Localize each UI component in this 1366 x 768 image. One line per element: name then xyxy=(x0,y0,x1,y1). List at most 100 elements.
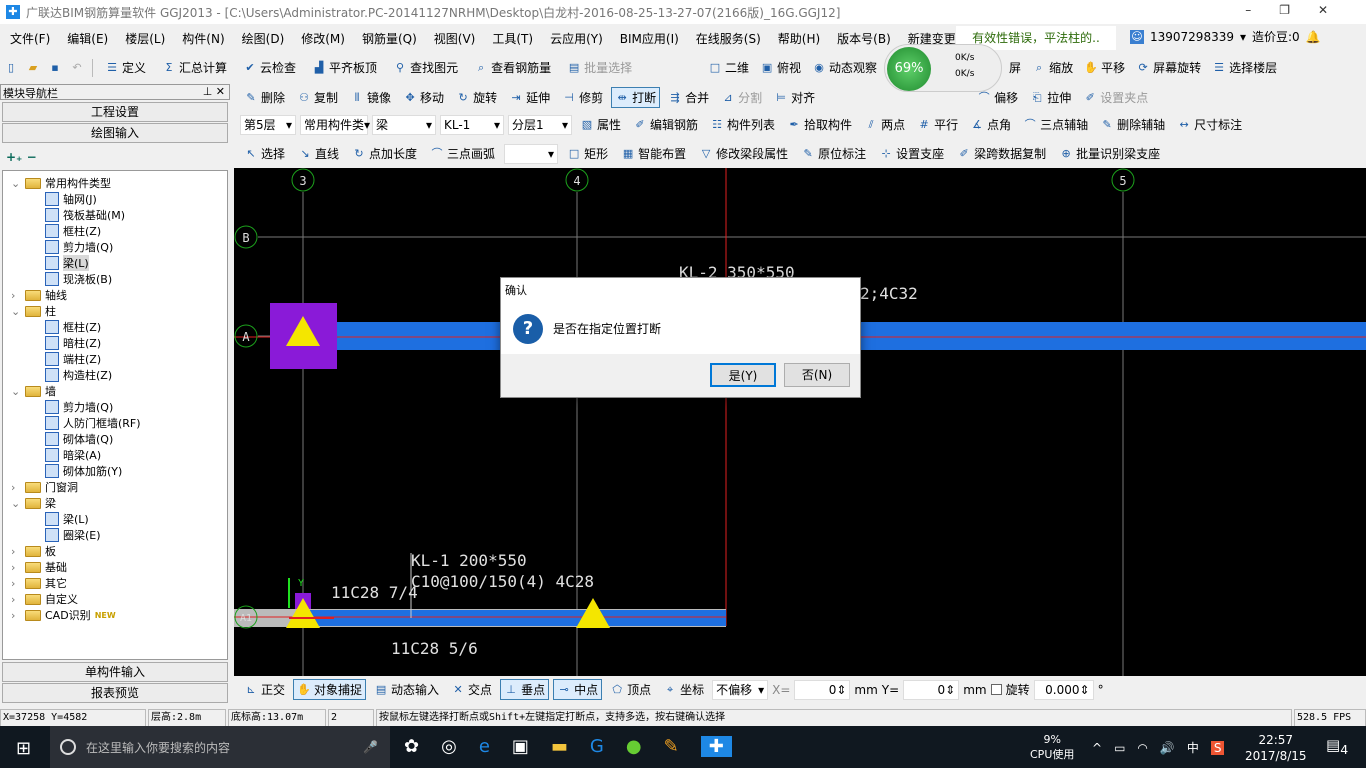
store-icon[interactable]: ▣ xyxy=(512,736,529,757)
draw-button-5[interactable]: ▦ 智能布置 xyxy=(617,143,690,164)
modify-button-0[interactable]: ✎ 删除 xyxy=(240,87,289,108)
view-button-1[interactable]: ▣ 俯视 xyxy=(756,57,805,78)
tray[interactable]: ^ ▭ ◠ 🔊 中 S xyxy=(1092,739,1225,756)
component-button-4[interactable]: ⫽ 两点 xyxy=(860,114,909,135)
modify-button-10[interactable]: ⊨ 对齐 xyxy=(770,87,819,108)
menu-item-11[interactable]: 在线服务(S) xyxy=(692,28,765,49)
component-button-1[interactable]: ✐ 编辑钢筋 xyxy=(629,114,702,135)
snap-button-0[interactable]: ⊾ 正交 xyxy=(240,679,289,700)
yes-button[interactable]: 是(Y) xyxy=(710,363,776,387)
edge-icon[interactable]: e xyxy=(479,736,490,757)
offset-select[interactable]: 不偏移 ▾ xyxy=(712,679,769,700)
tree-item[interactable]: 暗柱(Z) xyxy=(45,335,101,351)
type-select[interactable]: 常用构件类 ▾ xyxy=(300,114,370,135)
snap-button-3[interactable]: ✕ 交点 xyxy=(447,679,496,700)
tree-item[interactable]: 剪力墙(Q) xyxy=(45,399,113,415)
toolbar1-button-5[interactable]: ⌕ 查看钢筋量 xyxy=(470,57,555,78)
menu-item-5[interactable]: 修改(M) xyxy=(297,28,349,49)
comp-select[interactable]: 梁 ▾ xyxy=(372,114,436,135)
tree-item[interactable]: › 自定义 xyxy=(11,591,78,607)
menu-item-1[interactable]: 编辑(E) xyxy=(63,28,112,49)
tree-item[interactable]: 现浇板(B) xyxy=(45,271,112,287)
notes-icon[interactable]: ✎ xyxy=(664,736,679,757)
menu-item-0[interactable]: 文件(F) xyxy=(6,28,54,49)
snap-button-1[interactable]: ✋ 对象捕捉 xyxy=(293,679,367,700)
tree-item[interactable]: 剪力墙(Q) xyxy=(45,239,113,255)
nav-draw-input[interactable]: 绘图输入 xyxy=(2,123,228,143)
app-icon[interactable]: ◎ xyxy=(441,736,457,757)
tree-item[interactable]: › 其它 xyxy=(11,575,67,591)
modify-button-4[interactable]: ↻ 旋转 xyxy=(452,87,501,108)
windows-start-icon[interactable]: ⊞ xyxy=(16,738,31,759)
tree-item[interactable]: 框柱(Z) xyxy=(45,223,101,239)
tree-item[interactable]: 构造柱(Z) xyxy=(45,367,112,383)
volume-icon[interactable]: 🔊 xyxy=(1160,741,1175,755)
toolbar1-button-1[interactable]: Σ 汇总计算 xyxy=(158,57,231,78)
tree-item[interactable]: › 板 xyxy=(11,543,56,559)
menu-item-12[interactable]: 帮助(H) xyxy=(774,28,824,49)
drawing-svg[interactable]: 3 4 5 B A A1 KL-2 350*550 2;4C32 KL-1 20… xyxy=(234,168,1366,676)
component-button-6[interactable]: ∡ 点角 xyxy=(966,114,1015,135)
app-icon[interactable]: ● xyxy=(626,736,642,757)
tray-expand-icon[interactable]: ^ xyxy=(1092,741,1102,755)
tree-item[interactable]: ⌄ 常用构件类型 xyxy=(11,175,111,191)
mic-icon[interactable]: 🎤 xyxy=(363,740,378,754)
menu-item-4[interactable]: 绘图(D) xyxy=(238,28,289,49)
battery-icon[interactable]: ▭ xyxy=(1114,741,1125,755)
draw-button-4[interactable]: □ 矩形 xyxy=(563,143,612,164)
ime-indicator[interactable]: 中 xyxy=(1187,739,1199,756)
app-icon[interactable]: ✿ xyxy=(404,736,419,757)
draw-button-9[interactable]: ✐ 梁跨数据复制 xyxy=(953,143,1050,164)
tree-item[interactable]: 筏板基础(M) xyxy=(45,207,125,223)
snap-button-5[interactable]: ⊸ 中点 xyxy=(553,679,603,700)
component-button-2[interactable]: ☷ 构件列表 xyxy=(706,114,779,135)
draw-button-0[interactable]: ↖ 选择 xyxy=(240,143,289,164)
tree-item[interactable]: 梁(L) xyxy=(45,255,89,271)
toolbar1-button-2[interactable]: ✔ 云检查 xyxy=(239,57,300,78)
toolbar1-button-4[interactable]: ⚲ 查找图元 xyxy=(389,57,462,78)
tree-item[interactable]: ⌄ 墙 xyxy=(11,383,56,399)
explorer-icon[interactable]: ▬ xyxy=(551,736,568,757)
modify-button-7[interactable]: ⇹ 打断 xyxy=(611,87,661,108)
view-button-5[interactable]: ✋ 平移 xyxy=(1080,57,1129,78)
view-button-7[interactable]: ☰ 选择楼层 xyxy=(1208,57,1281,78)
tree-item[interactable]: 梁(L) xyxy=(45,511,89,527)
tree-item[interactable]: 砌体墙(Q) xyxy=(45,431,113,447)
modify-button-2[interactable]: ⫴ 镜像 xyxy=(346,87,395,108)
angle-input[interactable]: 0.000 ⇕ xyxy=(1033,679,1094,700)
y-input[interactable]: 0 ⇕ xyxy=(903,679,960,700)
user-dropdown-icon[interactable]: ▾ xyxy=(1240,30,1246,44)
modify-button-9[interactable]: ⊿ 分割 xyxy=(717,87,766,108)
tree-item[interactable]: ⌄ 梁 xyxy=(11,495,56,511)
tree-item[interactable]: 人防门框墙(RF) xyxy=(45,415,141,431)
component-button-0[interactable]: ▧ 属性 xyxy=(576,114,625,135)
tree-item[interactable]: › 门窗洞 xyxy=(11,479,78,495)
draw-button-10[interactable]: ⊕ 批量识别梁支座 xyxy=(1055,143,1164,164)
rotate-checkbox[interactable] xyxy=(990,684,1002,695)
modify-button-5[interactable]: ⇥ 延伸 xyxy=(505,87,554,108)
tree-item[interactable]: 圈梁(E) xyxy=(45,527,101,543)
snap-button-2[interactable]: ▤ 动态输入 xyxy=(370,679,443,700)
view-button-6[interactable]: ⟳ 屏幕旋转 xyxy=(1132,57,1205,78)
modify-button-8[interactable]: ⇶ 合并 xyxy=(664,87,713,108)
component-button-5[interactable]: # 平行 xyxy=(913,114,962,135)
arc-select[interactable]: ▾ xyxy=(504,143,559,164)
open-icon[interactable]: ▰ xyxy=(26,61,40,75)
undo-icon[interactable]: ↶ xyxy=(70,61,84,75)
snap-button-6[interactable]: ⬠ 顶点 xyxy=(606,679,655,700)
sogou-icon[interactable]: S xyxy=(1210,740,1225,755)
snap-button-7[interactable]: ⌖ 坐标 xyxy=(659,679,708,700)
menu-item-8[interactable]: 工具(T) xyxy=(488,28,537,49)
floor-select[interactable]: 第5层 ▾ xyxy=(240,114,296,135)
ggj-icon[interactable]: ✚ xyxy=(700,736,732,757)
toolbar1-button-3[interactable]: ▟ 平齐板顶 xyxy=(308,57,381,78)
component-button-3[interactable]: ✒ 拾取构件 xyxy=(783,114,856,135)
new-file-icon[interactable]: ▯ xyxy=(4,61,18,75)
layer-select[interactable]: 分层1 ▾ xyxy=(508,114,572,135)
tree-item[interactable]: › 轴线 xyxy=(11,287,67,303)
window-controls[interactable]: –❐✕ xyxy=(1245,3,1356,17)
pin-close-icons[interactable]: ⊥ ✕ xyxy=(203,85,229,98)
clock[interactable]: 22:57 2017/8/15 xyxy=(1245,732,1307,764)
menu-item-10[interactable]: BIM应用(I) xyxy=(616,28,683,49)
tree-item[interactable]: ⌄ 柱 xyxy=(11,303,56,319)
